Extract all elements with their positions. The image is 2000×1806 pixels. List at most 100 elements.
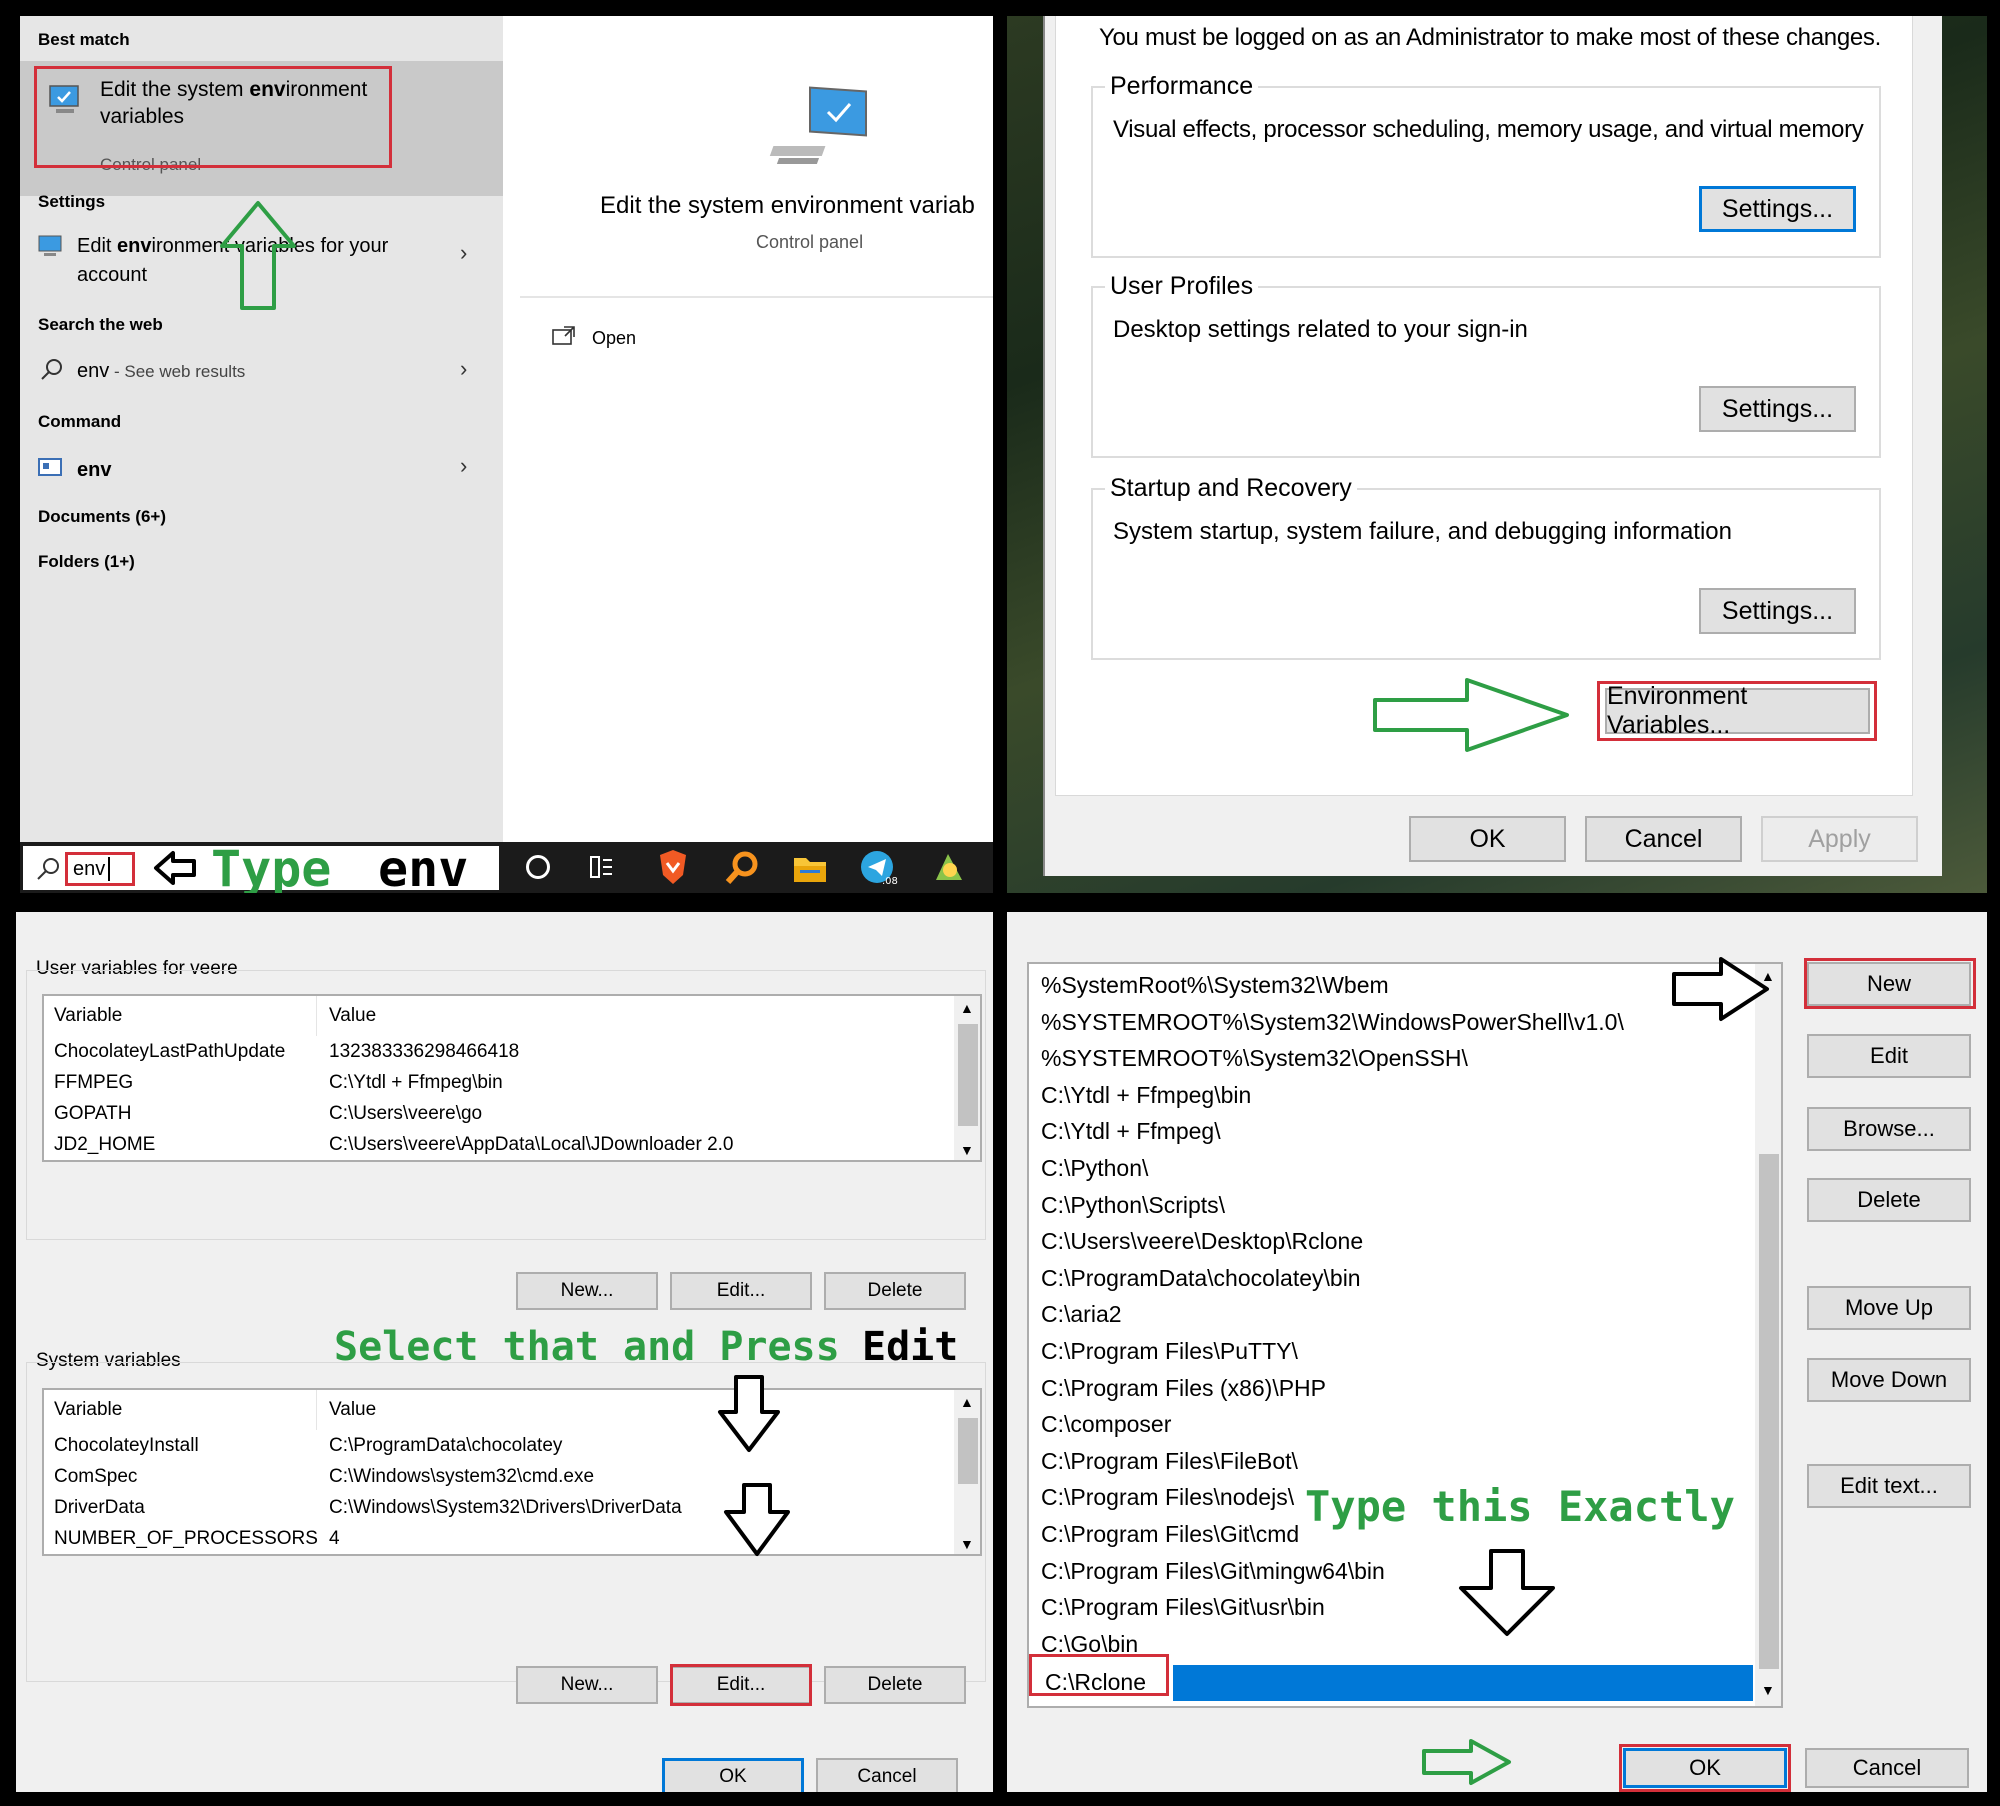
list-item[interactable]: C:\Program Files\FileBot\ [1029, 1444, 1753, 1480]
list-item[interactable]: C:\Program Files (x86)\PHP [1029, 1371, 1753, 1407]
move-up-button[interactable]: Move Up [1807, 1286, 1971, 1330]
system-variables-list[interactable]: Variable Value ChocolateyInstall C:\Progr… [42, 1388, 982, 1556]
list-item[interactable]: C:\ProgramData\chocolatey\bin [1029, 1261, 1753, 1297]
task-view-icon[interactable] [526, 855, 550, 879]
chevron-right-icon: › [460, 453, 468, 478]
path-entry-text: C:\aria2 [1041, 1301, 1122, 1328]
tray-app-icon[interactable] [932, 850, 966, 889]
system-properties-panel: You must be logged on as an Administrato… [1007, 16, 1987, 893]
scroll-down-icon[interactable]: ▼ [960, 1142, 974, 1158]
cancel-button[interactable]: Cancel [816, 1758, 958, 1792]
column-header-value[interactable]: Value [329, 1005, 929, 1027]
delete-button[interactable]: Delete [1807, 1178, 1971, 1222]
list-item[interactable]: %SystemRoot%\System32\Wbem [1029, 968, 1753, 1004]
ok-button[interactable]: OK [1409, 816, 1566, 862]
edit-button[interactable]: Edit [1807, 1034, 1971, 1078]
apply-button[interactable]: Apply [1761, 816, 1918, 862]
list-item[interactable]: C:\Python\Scripts\ [1029, 1188, 1753, 1224]
path-entry-text: %SYSTEMROOT%\System32\OpenSSH\ [1041, 1045, 1468, 1072]
list-item[interactable]: C:\Ytdl + Ffmpeg\bin [1029, 1078, 1753, 1114]
table-row[interactable]: NUMBER_OF_PROCESSORS 4 [44, 1523, 949, 1554]
table-row[interactable]: OneDriveC:\Users\veere\OneDrive [44, 1160, 949, 1162]
open-action[interactable]: Open [550, 324, 750, 358]
move-down-button[interactable]: Move Down [1807, 1358, 1971, 1402]
file-explorer-icon[interactable] [792, 852, 828, 889]
user-edit-button[interactable]: Edit... [670, 1272, 812, 1310]
table-row[interactable]: GOPATH C:\Users\veere\go [44, 1098, 949, 1129]
table-row[interactable]: OSWindows_NT [44, 1554, 949, 1556]
path-entry-text: C:\ProgramData\chocolatey\bin [1041, 1264, 1361, 1291]
list-item[interactable]: C:\composer [1029, 1407, 1753, 1443]
edit-text-button[interactable]: Edit text... [1807, 1464, 1971, 1508]
table-row[interactable]: ChocolateyInstall C:\ProgramData\chocolat… [44, 1430, 949, 1461]
chevron-right-icon: › [460, 240, 468, 265]
scroll-thumb[interactable] [958, 1024, 978, 1126]
command-label: env [77, 459, 112, 481]
scroll-down-icon[interactable]: ▼ [1761, 1682, 1775, 1698]
arrow-right-icon [1373, 678, 1569, 752]
user-profiles-label: User Profiles [1105, 272, 1259, 301]
brave-browser-icon[interactable] [656, 849, 690, 892]
scroll-thumb[interactable] [958, 1418, 978, 1484]
list-item[interactable]: %SYSTEMROOT%\System32\OpenSSH\ [1029, 1041, 1753, 1077]
performance-settings-button[interactable]: Settings... [1699, 186, 1856, 232]
timeline-icon[interactable] [588, 854, 614, 880]
column-header-variable[interactable]: Variable [54, 1005, 122, 1027]
column-header-variable[interactable]: Variable [54, 1399, 122, 1421]
user-list-scrollbar[interactable]: ▲ ▼ [954, 996, 980, 1160]
table-row[interactable]: JD2_HOME C:\Users\veere\AppData\Local\JDo… [44, 1129, 949, 1160]
startup-recovery-settings-button[interactable]: Settings... [1699, 588, 1856, 634]
user-new-button[interactable]: New... [516, 1272, 658, 1310]
scroll-thumb[interactable] [1759, 1154, 1779, 1669]
list-item[interactable]: %SYSTEMROOT%\System32\WindowsPowerShell\… [1029, 1005, 1753, 1041]
table-row[interactable]: ComSpec C:\Windows\system32\cmd.exe [44, 1461, 949, 1492]
variable-name-cell: DriverData [54, 1496, 145, 1518]
scroll-down-icon[interactable]: ▼ [960, 1536, 974, 1552]
user-profiles-settings-button[interactable]: Settings... [1699, 386, 1856, 432]
annotation-edit: Edit [862, 1324, 959, 1370]
user-variables-list[interactable]: Variable Value ChocolateyLastPathUpdate 1… [42, 994, 982, 1162]
list-item[interactable]: C:\Users\veere\Desktop\Rclone [1029, 1224, 1753, 1260]
magnifier-app-icon[interactable] [725, 851, 759, 890]
table-row[interactable]: FFMPEG C:\Ytdl + Ffmpeg\bin [44, 1067, 949, 1098]
path-list-scrollbar[interactable]: ▲ ▼ [1755, 964, 1781, 1706]
system-delete-button[interactable]: Delete [824, 1666, 966, 1704]
cancel-button[interactable]: Cancel [1805, 1748, 1969, 1788]
scroll-up-icon[interactable]: ▲ [960, 1000, 974, 1016]
dialog-body: You must be logged on as an Administrato… [1043, 16, 1942, 876]
documents-header[interactable]: Documents (6+) [38, 507, 166, 527]
system-list-scrollbar[interactable]: ▲ ▼ [954, 1390, 980, 1554]
telegram-icon[interactable]: .08 [860, 850, 898, 891]
command-item[interactable]: env › [20, 453, 503, 493]
web-result-item[interactable]: env - See web results › [20, 356, 503, 396]
ok-button[interactable]: OK [662, 1758, 804, 1792]
arrow-down-icon [718, 1375, 780, 1452]
list-item[interactable]: C:\Program Files\Git\usr\bin [1029, 1590, 1753, 1626]
list-item[interactable]: C:\Program Files\PuTTY\ [1029, 1334, 1753, 1370]
user-delete-button[interactable]: Delete [824, 1272, 966, 1310]
list-item[interactable]: C:\Ytdl + Ffmpeg\ [1029, 1114, 1753, 1150]
variable-name-cell: FFMPEG [54, 1071, 134, 1093]
path-entries-list[interactable]: %SystemRoot%\System32\Wbem %SYSTEMROOT%\S… [1027, 962, 1783, 1708]
list-item[interactable]: C:\Rclone [1041, 1665, 1753, 1702]
column-header-value[interactable]: Value [329, 1399, 929, 1421]
folders-header[interactable]: Folders (1+) [38, 552, 135, 572]
arrow-up-icon [220, 201, 296, 310]
browse-button[interactable]: Browse... [1807, 1107, 1971, 1151]
list-item[interactable]: C:\aria2 [1029, 1297, 1753, 1333]
path-entry-text: C:\Program Files\Git\usr\bin [1041, 1594, 1325, 1621]
table-row[interactable]: DriverData C:\Windows\System32\Drivers\Dr… [44, 1492, 949, 1523]
search-icon [40, 358, 64, 387]
system-new-button[interactable]: New... [516, 1666, 658, 1704]
variable-name-cell: GOPATH [54, 1102, 132, 1124]
path-entry-text: C:\Program Files\nodejs\ [1041, 1484, 1295, 1511]
cancel-button[interactable]: Cancel [1585, 816, 1742, 862]
list-item[interactable]: C:\Program Files\Git\mingw64\bin [1029, 1554, 1753, 1590]
arrow-right-icon [1672, 957, 1769, 1021]
scroll-up-icon[interactable]: ▲ [960, 1394, 974, 1410]
table-row[interactable]: ChocolateyLastPathUpdate 1323833362984664… [44, 1036, 949, 1067]
list-item[interactable]: C:\Python\ [1029, 1151, 1753, 1187]
path-entry-text: C:\Program Files\PuTTY\ [1041, 1338, 1298, 1364]
search-box[interactable]: env Type env [23, 840, 499, 893]
path-entry-text: %SYSTEMROOT%\System32\WindowsPowerShell\… [1041, 1008, 1624, 1035]
